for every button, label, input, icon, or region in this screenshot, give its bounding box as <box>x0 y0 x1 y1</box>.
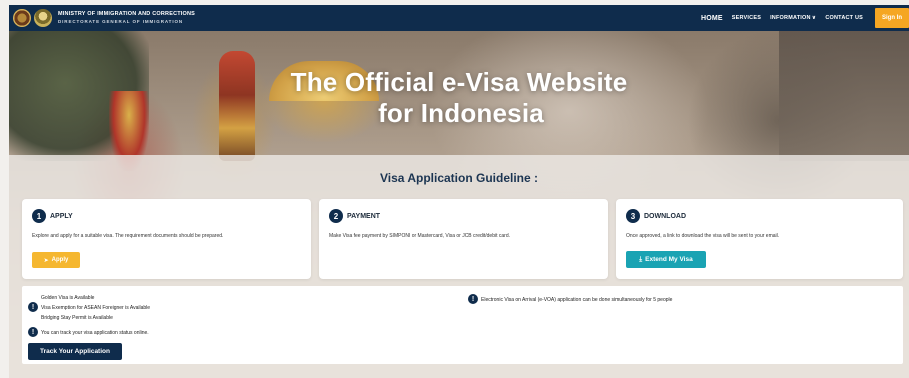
chevron-down-icon: ∨ <box>811 15 817 21</box>
step-card-payment: 2 PAYMENT Make Visa fee payment by SIMPO… <box>319 199 608 279</box>
step-card-download: 3 DOWNLOAD Once approved, a link to down… <box>616 199 903 279</box>
step-description: Make Visa fee payment by SIMPONI or Mast… <box>329 233 510 239</box>
apply-button-label: Apply <box>51 257 69 263</box>
download-icon: ⤓ <box>639 255 643 263</box>
step-header: 1 APPLY <box>32 209 73 223</box>
info-asean-exemption: Visa Exemption for ASEAN Foreigner is Av… <box>41 305 151 311</box>
immigration-logo-icon <box>34 9 52 27</box>
apply-button[interactable]: ➤ Apply <box>32 252 80 268</box>
step-card-apply: 1 APPLY Explore and apply for a suitable… <box>22 199 311 279</box>
exclamation-icon: ! <box>468 294 478 304</box>
nav-information-label: INFORMATION <box>770 15 811 21</box>
info-evoa-notice: Electronic Visa on Arrival (e-VOA) appli… <box>481 297 673 303</box>
nav-services[interactable]: SERVICES <box>732 15 761 21</box>
step-header: 2 PAYMENT <box>329 209 380 223</box>
guideline-panel: Visa Application Guideline : 1 APPLY Exp… <box>9 155 909 378</box>
sign-in-button[interactable]: Sign In <box>875 8 909 28</box>
step-number-badge: 2 <box>329 209 343 223</box>
info-panel: ! Golden Visa is Available Visa Exemptio… <box>22 286 903 364</box>
step-description: Explore and apply for a suitable visa. T… <box>32 233 224 239</box>
extend-visa-button-label: Extend My Visa <box>645 256 693 263</box>
ministry-line1: MINISTRY OF IMMIGRATION AND CORRECTIONS <box>58 11 196 17</box>
nav-information[interactable]: INFORMATION∨ <box>770 15 816 21</box>
step-title: PAYMENT <box>347 212 381 220</box>
info-golden-visa: Golden Visa is Available <box>41 295 95 301</box>
send-icon: ➤ <box>43 257 49 264</box>
top-navbar: MINISTRY OF IMMIGRATION AND CORRECTIONS … <box>9 5 909 31</box>
nav-contact[interactable]: CONTACT US <box>825 15 863 21</box>
info-bridging-permit: Bridging Stay Permit is Available <box>41 315 113 321</box>
hero-banner: The Official e-Visa Website for Indonesi… <box>9 31 909 378</box>
step-title: APPLY <box>50 212 73 220</box>
hero-title-line1: The Official e-Visa Website <box>290 67 628 97</box>
extend-visa-button[interactable]: ⤓ Extend My Visa <box>626 251 706 268</box>
exclamation-icon: ! <box>28 327 38 337</box>
garuda-emblem-icon <box>13 9 31 27</box>
step-description: Once approved, a link to download the vi… <box>626 233 780 239</box>
info-track-notice: You can track your visa application stat… <box>41 330 149 336</box>
main-nav: HOME SERVICES INFORMATION∨ CONTACT US <box>701 5 863 31</box>
nav-home[interactable]: HOME <box>701 15 723 22</box>
exclamation-icon: ! <box>28 302 38 312</box>
step-number-badge: 3 <box>626 209 640 223</box>
hero-title-line2: for Indonesia <box>378 98 544 128</box>
step-header: 3 DOWNLOAD <box>626 209 686 223</box>
ministry-line2: DIRECTORATE GENERAL OF IMMIGRATION <box>58 18 184 24</box>
step-number-badge: 1 <box>32 209 46 223</box>
ministry-name[interactable]: MINISTRY OF IMMIGRATION AND CORRECTIONS … <box>58 11 196 24</box>
guideline-title: Visa Application Guideline : <box>379 171 539 185</box>
track-application-button[interactable]: Track Your Application <box>28 343 122 360</box>
hero-title: The Official e-Visa Website for Indonesi… <box>9 67 909 129</box>
step-title: DOWNLOAD <box>644 212 686 220</box>
